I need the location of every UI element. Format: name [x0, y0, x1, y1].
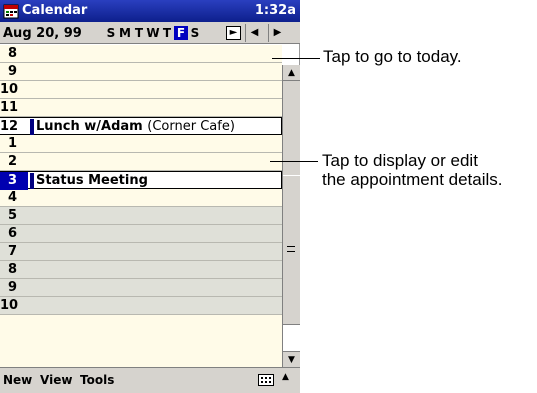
hour-label: 9: [8, 64, 18, 79]
pocket-pc-screen: Calendar 1:32a Aug 20, 99 S M T W T F S …: [0, 0, 300, 393]
scroll-up-icon[interactable]: ▲: [283, 65, 300, 81]
callout-today: Tap to go to today.: [323, 47, 462, 66]
grip-icon: [287, 246, 295, 252]
day-schedule: 8 9 10 11 12 Lunch w/Adam (Corner Cafe) …: [0, 45, 282, 367]
day-wed[interactable]: W: [146, 26, 160, 40]
hour-label: 4: [8, 190, 18, 205]
menu-new[interactable]: New: [3, 373, 32, 387]
time-slot[interactable]: 5: [0, 207, 282, 225]
time-slot[interactable]: 11: [0, 99, 282, 117]
go-to-today-icon[interactable]: ►: [226, 26, 241, 40]
time-slot[interactable]: 2: [0, 153, 282, 171]
scroll-track[interactable]: [283, 325, 300, 351]
callout-line-today: [272, 58, 320, 59]
right-arrow-icon[interactable]: ▶: [268, 24, 286, 42]
menu-tools[interactable]: Tools: [80, 373, 114, 387]
hour-label: 2: [8, 154, 18, 169]
callout-appointment-line1: Tap to display or edit: [322, 151, 478, 170]
vertical-scrollbar[interactable]: ▲ ▼: [282, 65, 300, 367]
hour-label: 10: [0, 298, 19, 313]
hour-label: 8: [8, 46, 18, 61]
input-panel-arrow-icon[interactable]: ▲: [282, 372, 289, 382]
appointment-status-meeting[interactable]: 3 Status Meeting: [0, 171, 282, 190]
left-arrow-icon[interactable]: ◀: [245, 24, 263, 42]
week-days: S M T W T F S: [104, 26, 202, 40]
time-slot[interactable]: 1: [0, 135, 282, 153]
hour-label: 10: [0, 82, 19, 97]
app-title: Calendar: [22, 3, 88, 18]
hour-label: 9: [8, 280, 18, 295]
day-fri-selected[interactable]: F: [174, 26, 188, 40]
time-slot[interactable]: 7: [0, 243, 282, 261]
clock[interactable]: 1:32a: [255, 3, 296, 18]
callout-line-appointment: [270, 161, 318, 162]
time-slot[interactable]: 9: [0, 279, 282, 297]
menu-view[interactable]: View: [40, 373, 72, 387]
appointment-location: (Corner Cafe): [147, 119, 235, 134]
day-mon[interactable]: M: [118, 26, 132, 40]
day-tue[interactable]: T: [132, 26, 146, 40]
hour-label: 11: [0, 100, 19, 115]
hour-label: 7: [8, 244, 18, 259]
time-slot[interactable]: 10: [0, 81, 282, 99]
time-slot[interactable]: 8: [0, 261, 282, 279]
time-slot[interactable]: 4: [0, 189, 282, 207]
hour-label: 12: [0, 119, 19, 134]
hour-label: 3: [0, 172, 28, 190]
current-date[interactable]: Aug 20, 99: [3, 26, 82, 41]
time-slot[interactable]: 6: [0, 225, 282, 243]
date-bar: Aug 20, 99 S M T W T F S ► ◀ ▶: [0, 22, 300, 44]
menu-bar: New View Tools ▲: [0, 367, 300, 393]
time-slot[interactable]: 10: [0, 297, 282, 315]
callout-appointment-line2: the appointment details.: [322, 170, 503, 189]
day-sat[interactable]: S: [188, 26, 202, 40]
title-bar: Calendar 1:32a: [0, 0, 300, 22]
keyboard-icon[interactable]: [258, 374, 274, 386]
appointment-title: Status Meeting: [36, 173, 148, 188]
calendar-app-icon[interactable]: [3, 3, 19, 19]
time-slot[interactable]: 9: [0, 63, 282, 81]
appointment-lunch[interactable]: 12 Lunch w/Adam (Corner Cafe): [0, 117, 282, 135]
time-slot[interactable]: 8: [0, 45, 282, 63]
scroll-thumb[interactable]: [283, 175, 300, 325]
hour-label: 6: [8, 226, 18, 241]
day-sun[interactable]: S: [104, 26, 118, 40]
appointment-bar: [30, 119, 34, 135]
hour-label: 1: [8, 136, 18, 151]
scroll-down-icon[interactable]: ▼: [283, 351, 300, 367]
hour-label: 5: [8, 208, 18, 223]
day-thu[interactable]: T: [160, 26, 174, 40]
appointment-title: Lunch w/Adam: [36, 119, 143, 134]
appointment-text: Lunch w/Adam (Corner Cafe): [36, 118, 235, 135]
hour-label: 8: [8, 262, 18, 277]
appointment-bar: [30, 173, 34, 189]
